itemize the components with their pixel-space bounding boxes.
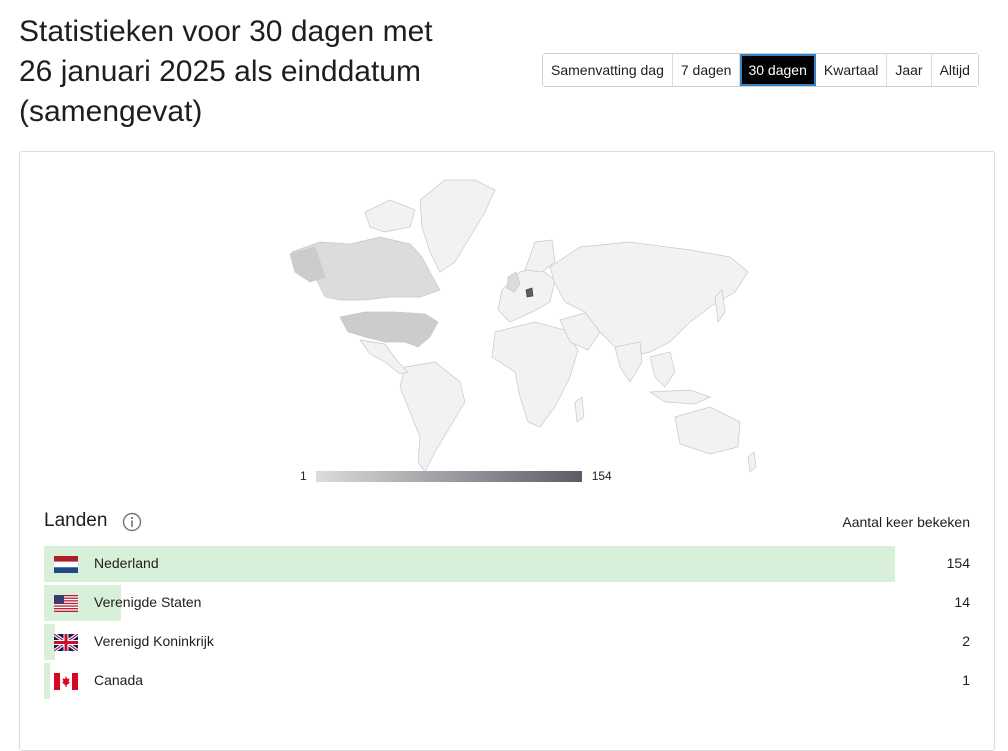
map-indonesia <box>648 389 711 405</box>
country-row-verenigd-koninkrijk: Verenigd Koninkrijk 2 <box>44 624 970 660</box>
map-new-zealand <box>747 451 757 473</box>
country-row-canada: Canada 1 <box>44 663 970 699</box>
country-name: Verenigd Koninkrijk <box>94 633 214 649</box>
map-netherlands <box>525 287 534 298</box>
ca-flag-icon <box>54 673 78 690</box>
range-button-all-time[interactable]: Altijd <box>931 54 978 86</box>
date-range-selector: Samenvatting dag 7 dagen 30 dagen Kwarta… <box>542 53 979 87</box>
uk-flag-icon <box>53 632 79 653</box>
world-map: 1 154 <box>270 172 760 483</box>
countries-header: Landen Aantal keer bekeken <box>44 510 970 536</box>
map-india <box>614 341 643 383</box>
page-title: Statistieken voor 30 dagen met 26 januar… <box>19 15 433 128</box>
map-legend: 1 154 <box>300 469 612 483</box>
countries-list: Nederland 154 Verenigde Staten 14 Vereni… <box>44 546 970 702</box>
range-button-quarter[interactable]: Kwartaal <box>815 54 888 86</box>
country-views: 2 <box>962 633 970 649</box>
map-madagascar <box>574 396 585 423</box>
map-united-states <box>339 311 439 348</box>
legend-max-label: 154 <box>591 469 612 483</box>
views-column-header: Aantal keer bekeken <box>842 514 970 530</box>
map-southeast-asia <box>649 351 676 388</box>
range-button-year[interactable]: Jaar <box>887 54 932 86</box>
legend-gradient <box>315 470 582 482</box>
world-map-svg <box>289 179 757 473</box>
range-button-summary-day[interactable]: Samenvatting dag <box>543 54 673 86</box>
country-name: Nederland <box>94 555 159 571</box>
country-name: Verenigde Staten <box>94 594 202 610</box>
countries-title: Landen <box>44 510 108 531</box>
country-views: 14 <box>954 594 970 610</box>
legend-min-label: 1 <box>300 469 307 483</box>
country-row-verenigde-staten: Verenigde Staten 14 <box>44 585 970 621</box>
map-south-america <box>399 361 466 473</box>
map-australia <box>674 406 741 455</box>
country-views: 1 <box>962 672 970 688</box>
country-bar <box>44 663 50 699</box>
us-flag-icon <box>54 595 78 612</box>
country-name: Canada <box>94 672 144 688</box>
nl-flag-icon <box>54 556 78 573</box>
info-icon[interactable] <box>122 512 142 532</box>
country-row-nederland: Nederland 154 <box>44 546 970 582</box>
range-button-7-days[interactable]: 7 dagen <box>672 54 741 86</box>
country-bar <box>44 546 895 582</box>
stats-card: 1 154 Landen Aantal keer bekeken Nederla… <box>19 151 995 751</box>
map-greenland <box>419 179 496 273</box>
map-arctic-islands <box>364 199 416 233</box>
map-africa <box>491 321 579 428</box>
country-views: 154 <box>946 555 970 571</box>
map-central-america <box>359 339 409 375</box>
range-button-30-days[interactable]: 30 dagen <box>740 54 816 86</box>
